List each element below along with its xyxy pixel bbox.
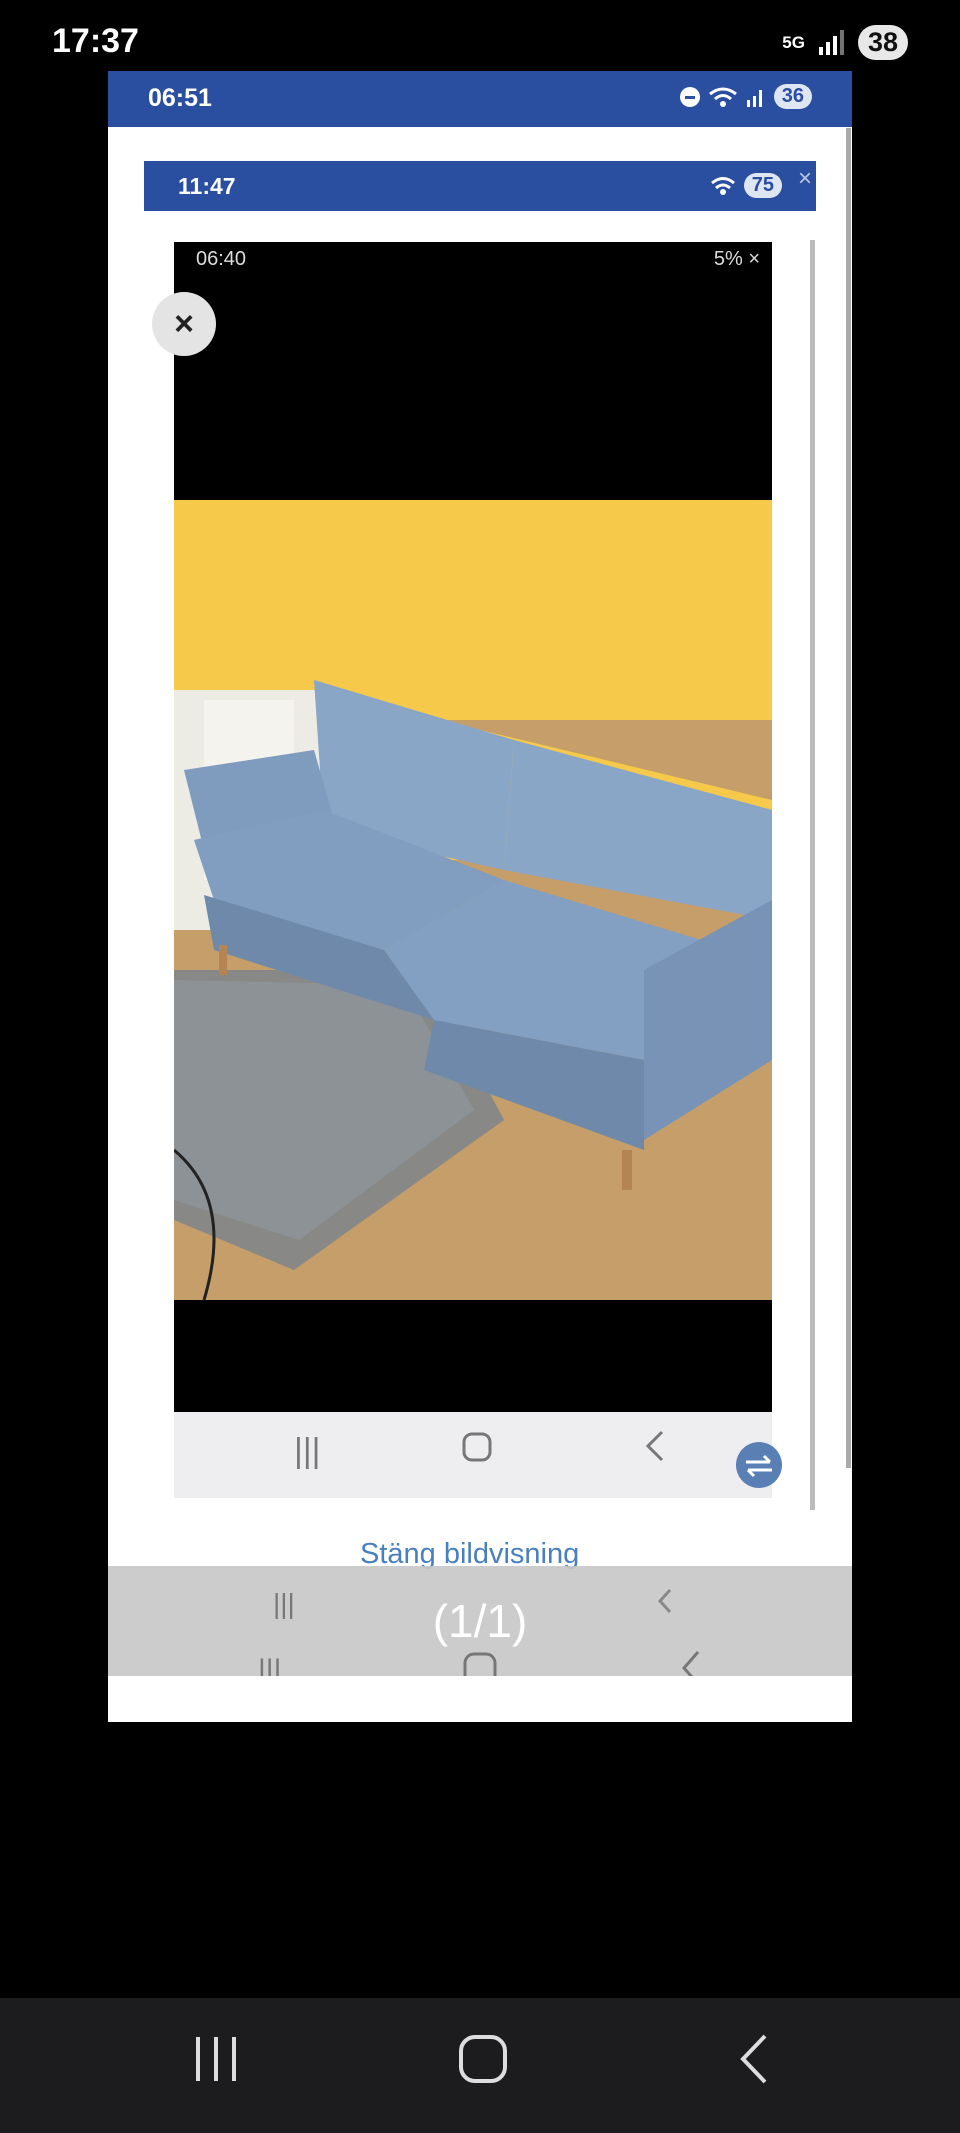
- image-viewer: 06:40 5% × ×: [152, 242, 772, 1412]
- scrollbar[interactable]: [810, 240, 815, 1510]
- image-counter: (1/1): [432, 1595, 528, 1647]
- inner-time: 06:40: [196, 248, 247, 270]
- home-icon[interactable]: [462, 1432, 492, 1471]
- wifi-icon: [710, 176, 735, 195]
- recents-icon[interactable]: |||: [294, 1432, 321, 1471]
- close-viewer-button[interactable]: ×: [152, 292, 216, 356]
- sofa-photo: [174, 500, 772, 1300]
- scrollbar[interactable]: [846, 128, 851, 1468]
- inner-navigation-bar: |||: [174, 1412, 782, 1498]
- screenshot-time: 06:51: [148, 84, 212, 112]
- middle-indicators: 75: [710, 173, 782, 198]
- screenshot-indicators: 36: [679, 84, 812, 109]
- middle-time: 11:47: [178, 173, 236, 199]
- screenshot-battery: 36: [773, 84, 812, 109]
- frame-bottom-edge: [108, 1676, 852, 1722]
- battery-level: 38: [857, 24, 908, 60]
- system-navigation-bar: [0, 1998, 960, 2133]
- inner-indicators: 5% ×: [714, 248, 760, 271]
- sofa-image: [174, 500, 772, 1300]
- middle-status-bar: 11:47 75: [144, 161, 816, 211]
- back-icon[interactable]: [735, 2032, 771, 2091]
- screenshot-status-bar: 06:51 36: [108, 71, 852, 127]
- home-icon[interactable]: [458, 2034, 508, 2089]
- signal-icon: [746, 89, 762, 107]
- status-bar-indicators: 5G 38: [782, 22, 908, 62]
- wifi-icon: [708, 87, 737, 107]
- network-type: 5G: [782, 32, 805, 52]
- status-bar-time: 17:37: [52, 22, 139, 60]
- rotate-icon[interactable]: [734, 1440, 784, 1499]
- inner-close-icon[interactable]: ×: [748, 248, 760, 270]
- image-counter-overlay: ||| (1/1) |||: [108, 1566, 852, 1687]
- signal-icon: [818, 29, 844, 55]
- recents-icon[interactable]: [193, 2034, 239, 2089]
- do-not-disturb-icon: [679, 86, 700, 107]
- inner-battery: 5%: [713, 248, 743, 270]
- close-icon[interactable]: ×: [798, 165, 812, 193]
- middle-battery: 75: [743, 173, 782, 198]
- back-icon[interactable]: [642, 1428, 666, 1473]
